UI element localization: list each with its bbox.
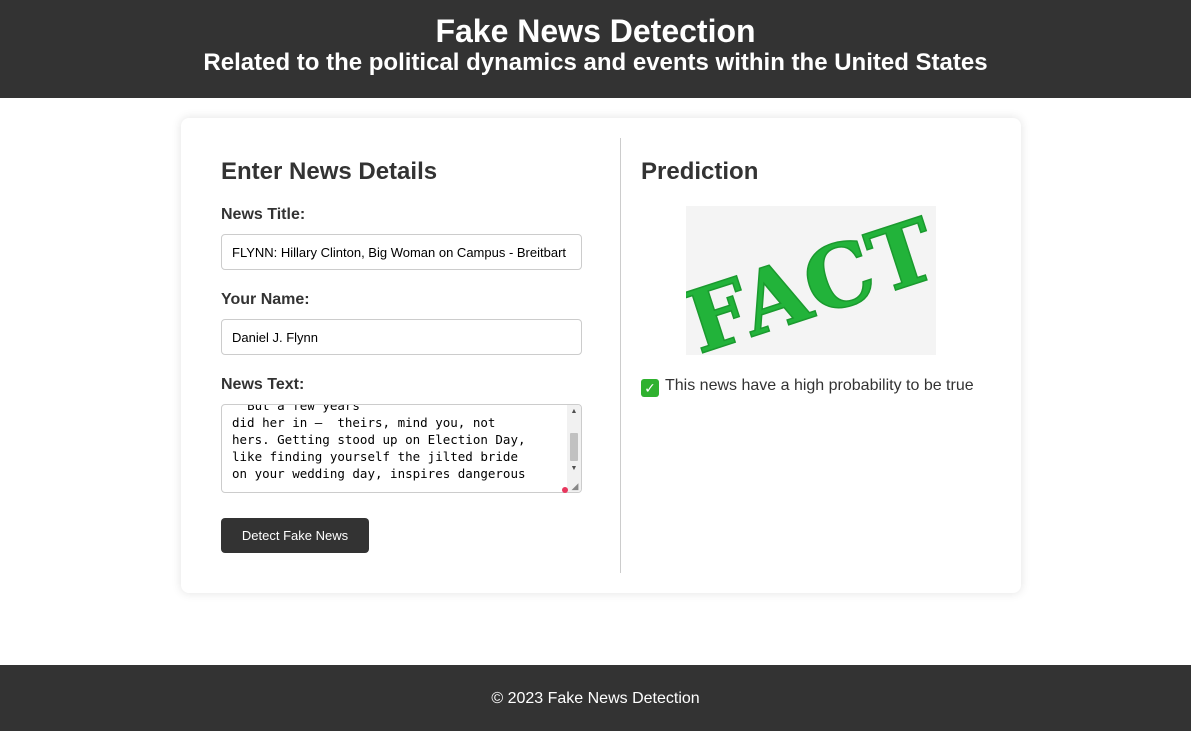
scroll-up-arrow-icon[interactable]: ▲ [567,405,581,419]
news-text-textarea[interactable] [222,405,569,484]
news-text-scrollbar[interactable]: ▲ ▼ [567,405,581,492]
page-title: Fake News Detection [435,13,756,49]
news-form: Enter News Details News Title: Your Name… [221,118,582,593]
column-divider [620,138,621,573]
check-mark-icon: ✓ [641,379,659,397]
spellcheck-dot-icon [562,487,568,493]
your-name-label: Your Name: [221,291,310,308]
prediction-result: ✓ This news have a high probability to be… [641,376,974,397]
fact-stamp-graphic: FACT [673,198,948,374]
fact-stamp-image: FACT [673,198,948,374]
fact-stamp-text: FACT [686,206,936,355]
footer-copyright: © 2023 Fake News Detection [491,690,700,707]
resize-handle-icon[interactable]: ◢ [570,481,580,491]
scroll-thumb[interactable] [570,433,578,461]
page-footer: © 2023 Fake News Detection [0,665,1191,731]
main-card: Enter News Details News Title: Your Name… [181,118,1021,593]
news-text-label: News Text: [221,376,305,393]
form-heading: Enter News Details [221,158,438,185]
prediction-panel: Prediction FACT ✓ This news have a high p… [641,118,1001,593]
news-text-field[interactable]: ▲ ▼ ◢ [221,404,582,493]
page-subtitle: Related to the political dynamics and ev… [203,49,988,76]
prediction-heading: Prediction [641,158,759,185]
your-name-input[interactable] [221,319,582,355]
news-title-input[interactable] [221,234,582,270]
detect-fake-news-button[interactable]: Detect Fake News [221,518,369,553]
news-title-label: News Title: [221,206,306,223]
page-header: Fake News Detection Related to the polit… [0,0,1191,98]
prediction-result-text: This news have a high probability to be … [665,377,974,394]
scroll-down-arrow-icon[interactable]: ▼ [567,462,581,476]
